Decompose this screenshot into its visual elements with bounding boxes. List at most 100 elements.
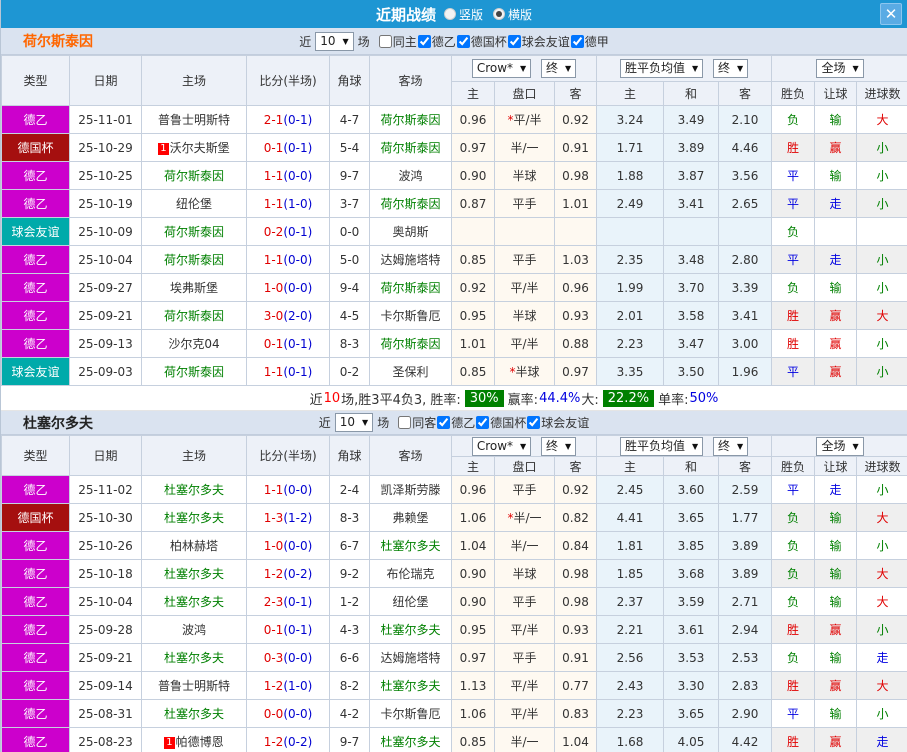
match-row: 德乙 25-08-23 1 帕德博恩 1-2(0-2) 9-7 杜塞尔多夫 0.85 半/一 1.…	[1, 727, 907, 752]
checkbox-icon[interactable]	[398, 416, 412, 429]
mean-draw: 3.47	[663, 329, 720, 358]
home-team[interactable]: 1 沃尔夫斯堡	[141, 133, 247, 162]
mean-draw: 3.85	[663, 531, 720, 560]
away-team[interactable]: 卡尔斯鲁厄	[369, 301, 452, 330]
bookmaker-select[interactable]: Crow* ▼	[471, 436, 532, 456]
home-team[interactable]: 荷尔斯泰因	[141, 217, 247, 246]
home-team[interactable]: 普鲁士明斯特	[141, 671, 247, 700]
mean-odds-select[interactable]: 胜平负均值 ▼	[619, 59, 704, 78]
away-team[interactable]: 卡尔斯鲁厄	[369, 699, 452, 728]
home-team[interactable]: 荷尔斯泰因	[141, 301, 247, 330]
handicap: 平/半	[494, 671, 555, 700]
home-team[interactable]: 沙尔克04	[141, 329, 247, 358]
final-select[interactable]: 终 ▼	[541, 59, 577, 78]
match-date: 25-10-04	[69, 587, 142, 616]
away-team[interactable]: 奥胡斯	[369, 217, 452, 246]
filter-label: 德国杯	[470, 34, 507, 49]
goals-result: 小	[856, 531, 907, 560]
close-icon[interactable]: ✕	[880, 3, 902, 25]
away-team[interactable]: 达姆施塔特	[369, 643, 452, 672]
home-team[interactable]: 杜塞尔多夫	[141, 643, 247, 672]
away-team[interactable]: 杜塞尔多夫	[369, 615, 452, 644]
home-team[interactable]: 杜塞尔多夫	[141, 559, 247, 588]
filter-checkbox-同主[interactable]: 同主	[378, 33, 417, 50]
away-team[interactable]: 凯泽斯劳滕	[369, 475, 452, 504]
filter-checkbox-同客[interactable]: 同客	[398, 414, 436, 431]
home-team[interactable]: 荷尔斯泰因	[141, 357, 247, 386]
away-team[interactable]: 杜塞尔多夫	[369, 727, 452, 752]
away-team[interactable]: 荷尔斯泰因	[369, 105, 452, 134]
mean-away	[718, 217, 773, 246]
checkbox-icon[interactable]	[417, 34, 431, 48]
fullmatch-select[interactable]: 全场 ▼	[816, 436, 864, 456]
handicap: 平/半	[494, 699, 555, 728]
checkbox-icon[interactable]	[456, 34, 470, 48]
filter-checkbox-德乙[interactable]: 德乙	[417, 33, 456, 50]
filter-checkbox-球会友谊[interactable]: 球会友谊	[507, 33, 570, 50]
away-team[interactable]: 达姆施塔特	[369, 245, 452, 274]
final-select[interactable]: 终 ▼	[712, 59, 749, 78]
bookmaker-select[interactable]: Crow* ▼	[471, 59, 532, 78]
summary-text: 10	[323, 390, 341, 406]
filter-label: 德乙	[431, 34, 456, 49]
fullmatch-select[interactable]: 全场 ▼	[816, 59, 864, 78]
home-team[interactable]: 杜塞尔多夫	[141, 475, 247, 504]
final-select[interactable]: 终 ▼	[712, 436, 749, 456]
summary-text: 场,胜3平4负3, 胜率:	[341, 392, 461, 408]
checkbox-icon[interactable]	[527, 416, 541, 429]
match-count-select[interactable]: 10 ▼	[315, 31, 354, 51]
away-team[interactable]: 荷尔斯泰因	[369, 189, 452, 218]
away-team[interactable]: 布伦瑞克	[369, 559, 452, 588]
away-team[interactable]: 杜塞尔多夫	[369, 671, 452, 700]
away-team[interactable]: 圣保利	[369, 357, 452, 386]
rate-badge: 30%	[464, 389, 504, 407]
mean-away: 2.80	[718, 245, 773, 274]
home-team[interactable]: 纽伦堡	[141, 189, 247, 218]
radio-vertical-layout[interactable]: 竖版	[443, 6, 483, 23]
radio-horizontal-layout[interactable]: 横版	[493, 6, 532, 23]
checkbox-icon[interactable]	[476, 416, 490, 429]
filter-checkbox-德甲[interactable]: 德甲	[570, 33, 609, 50]
final-select[interactable]: 终 ▼	[541, 436, 577, 456]
mean-odds-select[interactable]: 胜平负均值 ▼	[619, 436, 704, 456]
odds-home: 0.90	[451, 587, 495, 616]
home-team[interactable]: 杜塞尔多夫	[141, 587, 247, 616]
home-team[interactable]: 杜塞尔多夫	[141, 503, 247, 532]
filter-checkbox-德乙[interactable]: 德乙	[437, 414, 475, 431]
odds-home: 0.95	[451, 301, 495, 330]
radio-circle-icon[interactable]	[443, 8, 456, 20]
mean-draw: 3.87	[663, 161, 720, 190]
home-team[interactable]: 普鲁士明斯特	[141, 105, 247, 134]
chevron-down-icon: ▼	[520, 64, 527, 73]
col-mean-home: 主	[596, 456, 665, 476]
checkbox-icon[interactable]	[507, 34, 521, 48]
odds-home: 0.97	[451, 643, 495, 672]
mean-away: 4.42	[718, 727, 773, 752]
match-row: 球会友谊 25-09-03 荷尔斯泰因 1-1(0-1) 0-2 圣保利 0.85 *半球 0.…	[1, 357, 907, 386]
handicap-result: 走	[814, 245, 858, 274]
filter-checkbox-德国杯[interactable]: 德国杯	[476, 414, 526, 431]
away-team[interactable]: 荷尔斯泰因	[369, 133, 452, 162]
checkbox-icon[interactable]	[378, 34, 392, 48]
match-count-select[interactable]: 10 ▼	[334, 413, 374, 432]
home-team[interactable]: 柏林赫塔	[141, 531, 247, 560]
home-team[interactable]: 杜塞尔多夫	[141, 699, 247, 728]
filter-checkbox-球会友谊[interactable]: 球会友谊	[527, 414, 589, 431]
away-team[interactable]: 波鸿	[369, 161, 452, 190]
home-team[interactable]: 1 帕德博恩	[141, 727, 247, 752]
away-team[interactable]: 弗赖堡	[369, 503, 452, 532]
home-team[interactable]: 埃弗斯堡	[141, 273, 247, 302]
away-team[interactable]: 纽伦堡	[369, 587, 452, 616]
home-team[interactable]: 波鸿	[141, 615, 247, 644]
radio-circle-icon[interactable]	[493, 8, 505, 20]
home-team[interactable]: 荷尔斯泰因	[141, 245, 247, 274]
checkbox-icon[interactable]	[570, 34, 584, 48]
away-team[interactable]: 荷尔斯泰因	[369, 329, 452, 358]
filter-checkbox-德国杯[interactable]: 德国杯	[456, 33, 507, 50]
mean-home: 2.21	[596, 615, 665, 644]
away-team[interactable]: 荷尔斯泰因	[369, 273, 452, 302]
home-team[interactable]: 荷尔斯泰因	[141, 161, 247, 190]
near-label: 近	[299, 34, 312, 49]
away-team[interactable]: 杜塞尔多夫	[369, 531, 452, 560]
checkbox-icon[interactable]	[437, 416, 451, 429]
